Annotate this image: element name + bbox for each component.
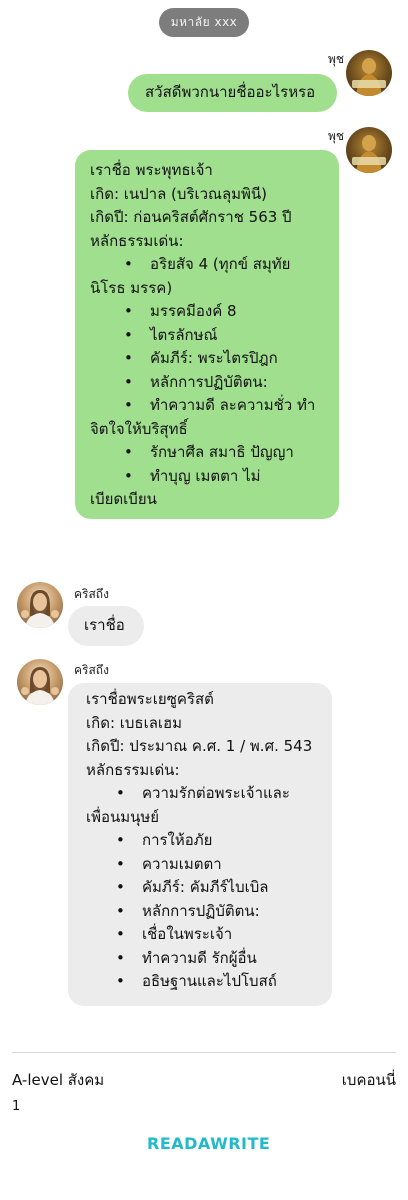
bullet-line: • คัมภีร์: พระไตรปิฎก (90, 347, 339, 371)
footer-divider (12, 1052, 396, 1053)
bullet-line: • เชื่อในพระเจ้า (86, 923, 332, 947)
message-line: เกิด: เบธเลเฮม (86, 713, 183, 732)
bullet-line: • ทำความดี ละความชั่ว ทำ (90, 394, 339, 418)
message-line: หลักธรรมเด่น: (86, 760, 180, 779)
bullet-icon: • (124, 396, 133, 414)
message-line: เกิดปี: ก่อนคริสต์ศักราช 563 ปี (90, 208, 292, 226)
bullet-icon: • (124, 349, 133, 367)
message-line: เราชื่อพระเยซูคริสต์ (86, 690, 214, 708)
bullet-line: • หลักการปฏิบัติตน: (90, 371, 339, 395)
message-text: สวัสดีพวกนายชื่ออะไรหรอ (145, 83, 316, 101)
buddha-avatar[interactable] (346, 50, 392, 96)
bullet-icon: • (116, 972, 125, 990)
bullet-line: • การให้อภัย (86, 829, 332, 853)
bullet-line: • อริยสัจ 4 (ทุกข์ สมุทัย (90, 253, 339, 277)
author-link[interactable]: เบคอนนี่ (342, 1068, 396, 1092)
buddha-statue-icon (352, 58, 386, 96)
bullet-icon: • (124, 443, 133, 461)
sender-name: คริสถึง (74, 587, 109, 601)
my-message-bubble[interactable]: สวัสดีพวกนายชื่ออะไรหรอ (128, 74, 337, 112)
chat-room-title-pill: มหาลัย xxx (159, 8, 249, 37)
buddha-avatar[interactable] (346, 127, 392, 173)
bullet-line: • ทำบุญ เมตตา ไม่ (90, 465, 339, 489)
buddha-statue-icon (352, 135, 386, 173)
bullet-icon: • (116, 831, 125, 849)
my-message-bubble[interactable]: เราชื่อ พระพุทธเจ้า เกิด: เนปาล (บริเวณล… (75, 150, 339, 519)
bullet-icon: • (116, 878, 125, 896)
jesus-portrait-icon (21, 667, 59, 705)
page-number: 1 (12, 1099, 21, 1114)
bullet-line: • ความรักต่อพระเจ้าและ (86, 782, 332, 806)
bullet-icon: • (124, 255, 133, 273)
bullet-line: • คัมภีร์: คัมภีร์ไบเบิล (86, 876, 332, 900)
jesus-avatar[interactable] (17, 582, 63, 628)
bullet-icon: • (116, 854, 125, 873)
bullet-icon: • (116, 784, 125, 802)
other-message-bubble[interactable]: เราชื่อพระเยซูคริสต์ เกิด: เบธเลเฮม เกิด… (68, 683, 332, 1006)
message-line: เพื่อนมนุษย์ (86, 807, 160, 826)
message-line: เบียดเบียน (90, 490, 157, 508)
bullet-line: • มรรคมีองค์ 8 (90, 300, 339, 324)
bullet-line: • หลักการปฏิบัติตน: (86, 900, 332, 924)
bullet-icon: • (124, 302, 133, 320)
bullet-icon: • (116, 948, 125, 967)
bullet-icon: • (116, 925, 125, 943)
message-text: เราชื่อ (84, 616, 125, 634)
sender-name: พุช (327, 52, 344, 66)
story-title-link[interactable]: A-level สังคม (12, 1068, 104, 1092)
jesus-portrait-icon (21, 590, 59, 628)
message-line: เกิด: เนปาล (บริเวณลุมพินี) (90, 184, 268, 203)
bullet-icon: • (116, 901, 125, 920)
sender-name: พุช (327, 129, 344, 143)
message-line: หลักธรรมเด่น: (90, 231, 184, 250)
jesus-avatar[interactable] (17, 659, 63, 705)
bullet-line: • ความเมตตา (86, 853, 332, 877)
bullet-line: • ไตรลักษณ์ (90, 324, 339, 348)
readawrite-logo[interactable]: READAWRITE (147, 1134, 270, 1156)
message-line: เกิดปี: ประมาณ ค.ศ. 1 / พ.ศ. 543 (86, 737, 313, 755)
message-line: จิตใจให้บริสุทธิ์ (90, 419, 188, 438)
bullet-icon: • (124, 372, 133, 391)
bullet-icon: • (124, 325, 133, 344)
bullet-line: • อธิษฐานและไปโบสถ์ (86, 970, 332, 994)
bullet-icon: • (124, 466, 133, 485)
bullet-line: • รักษาศีล สมาธิ ปัญญา (90, 441, 339, 465)
message-line: นิโรธ มรรค) (90, 278, 173, 297)
other-message-bubble[interactable]: เราชื่อ (68, 606, 144, 646)
sender-name: คริสถึง (74, 663, 109, 677)
message-line: เราชื่อ พระพุทธเจ้า (90, 161, 213, 179)
bullet-line: • ทำความดี รักผู้อื่น (86, 947, 332, 971)
